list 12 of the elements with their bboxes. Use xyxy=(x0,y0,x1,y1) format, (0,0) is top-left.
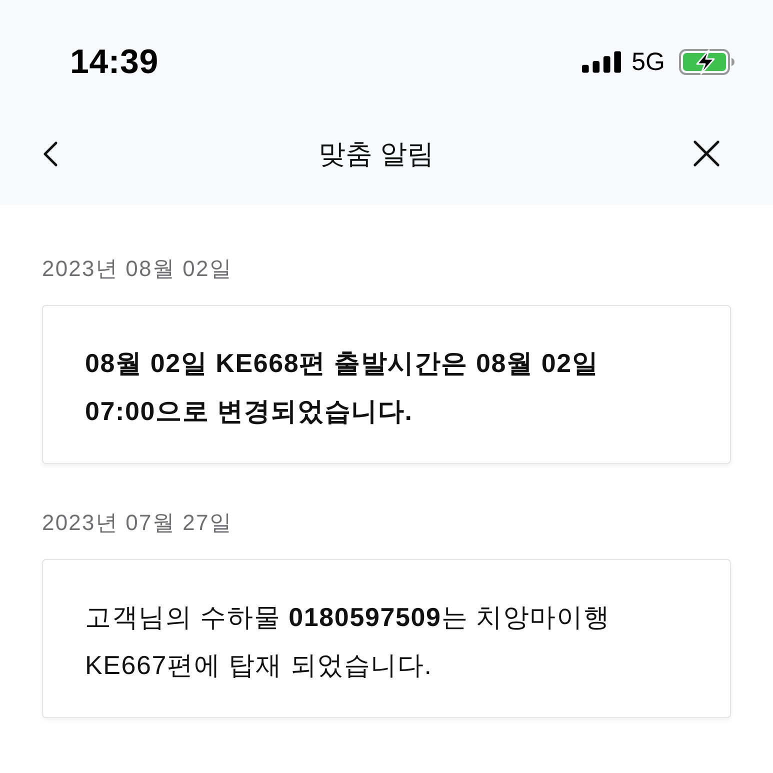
chevron-left-icon xyxy=(42,140,58,166)
notice-message: 고객님의 수하물 0180597509는 치앙마이행 KE667편에 탑재 되었습니다. xyxy=(85,601,612,682)
status-time: 14:39 xyxy=(70,42,158,82)
notice-message: 08월 02일 KE668편 출발시간은 08월 02일 07:00으로 변경되었습니다. xyxy=(85,347,600,428)
page-title: 맞춤 알림 xyxy=(318,138,434,170)
signal-icon xyxy=(582,51,621,73)
close-icon xyxy=(693,140,720,167)
battery-charging-icon xyxy=(679,49,735,75)
notice-date: 2023년 07월 27일 xyxy=(42,510,234,536)
close-button[interactable] xyxy=(692,140,721,168)
network-label: 5G xyxy=(632,48,665,76)
notice-date: 2023년 08월 02일 xyxy=(42,256,234,282)
